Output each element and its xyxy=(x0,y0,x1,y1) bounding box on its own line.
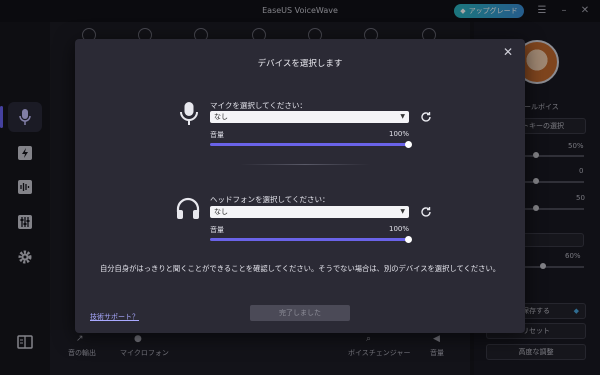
refresh-icon[interactable] xyxy=(420,111,432,123)
done-button[interactable]: 完了しました xyxy=(250,305,350,321)
mic-volume-pct: 100% xyxy=(388,130,409,138)
mic-volume-knob[interactable] xyxy=(405,141,412,148)
close-icon[interactable]: ✕ xyxy=(501,45,515,59)
device-select-dialog: デバイスを選択します ✕ マイクを選択してください： なし ▼ 音量 100% … xyxy=(75,39,525,333)
mic-volume-label: 音量 xyxy=(210,131,224,139)
chevron-down-icon: ▼ xyxy=(400,208,405,215)
mic-select[interactable]: なし ▼ xyxy=(210,111,409,123)
refresh-icon[interactable] xyxy=(420,206,432,218)
headphone-volume-label: 音量 xyxy=(210,226,224,234)
headphone-volume-pct: 100% xyxy=(388,225,409,233)
headphone-volume-slider[interactable] xyxy=(210,238,409,241)
tech-support-link[interactable]: 技術サポート？ xyxy=(90,312,139,322)
mic-volume-slider[interactable] xyxy=(210,143,409,146)
headphone-select-label: ヘッドフォンを選択してください： xyxy=(210,195,330,204)
headphone-volume-knob[interactable] xyxy=(405,236,412,243)
headphones-icon xyxy=(176,197,200,219)
microphone-icon xyxy=(180,102,198,125)
mic-select-label: マイクを選択してください： xyxy=(210,101,307,110)
headphone-select[interactable]: なし ▼ xyxy=(210,206,409,218)
dialog-title: デバイスを選択します xyxy=(257,59,343,69)
headphone-select-value: なし xyxy=(214,208,228,216)
chevron-down-icon: ▼ xyxy=(400,113,405,120)
section-divider xyxy=(240,164,370,165)
mic-select-value: なし xyxy=(214,113,228,121)
notice-text: 自分自身がはっきりと聞くことができることを確認してください。そうでない場合は、別… xyxy=(99,264,501,273)
